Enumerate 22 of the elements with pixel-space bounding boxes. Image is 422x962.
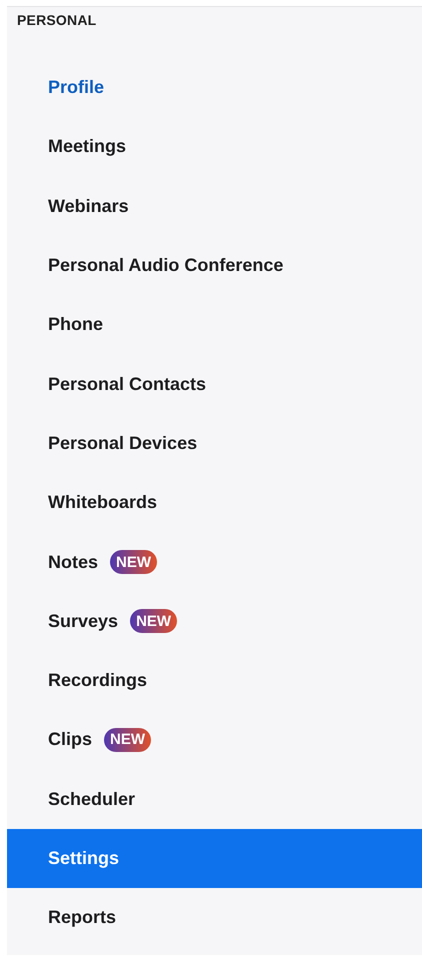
new-badge: NEW [130, 609, 178, 634]
sidebar-item[interactable]: Surveys NEW [7, 592, 422, 651]
sidebar-item[interactable]: Personal Audio Conference [7, 236, 422, 296]
sidebar-item[interactable]: Settings [7, 828, 422, 888]
sidebar-item[interactable]: Phone [7, 295, 422, 354]
sidebar-item[interactable]: Whiteboards [7, 473, 422, 532]
sidebar-item[interactable]: Personal Contacts [7, 354, 422, 414]
sidebar-item[interactable]: Recordings [7, 650, 422, 710]
sidebar-item[interactable]: Reports [7, 888, 422, 948]
sidebar-item[interactable]: Webinars [7, 176, 422, 236]
item-label: Surveys [48, 610, 118, 632]
item-label: Notes [48, 552, 98, 573]
sidebar-item[interactable]: Notes NEW [7, 532, 422, 592]
sidebar-item[interactable]: Meetings [7, 117, 422, 177]
new-badge: NEW [104, 728, 152, 752]
section-title: PERSONAL [16, 11, 98, 30]
sidebar-item[interactable]: Profile [7, 58, 422, 118]
sidebar-item[interactable]: Clips NEW [7, 710, 422, 770]
item-label: Clips [48, 729, 92, 750]
sidebar-item[interactable]: Personal Devices [7, 414, 422, 474]
new-badge: NEW [110, 550, 158, 574]
sidebar-item[interactable]: Scheduler [7, 770, 422, 829]
